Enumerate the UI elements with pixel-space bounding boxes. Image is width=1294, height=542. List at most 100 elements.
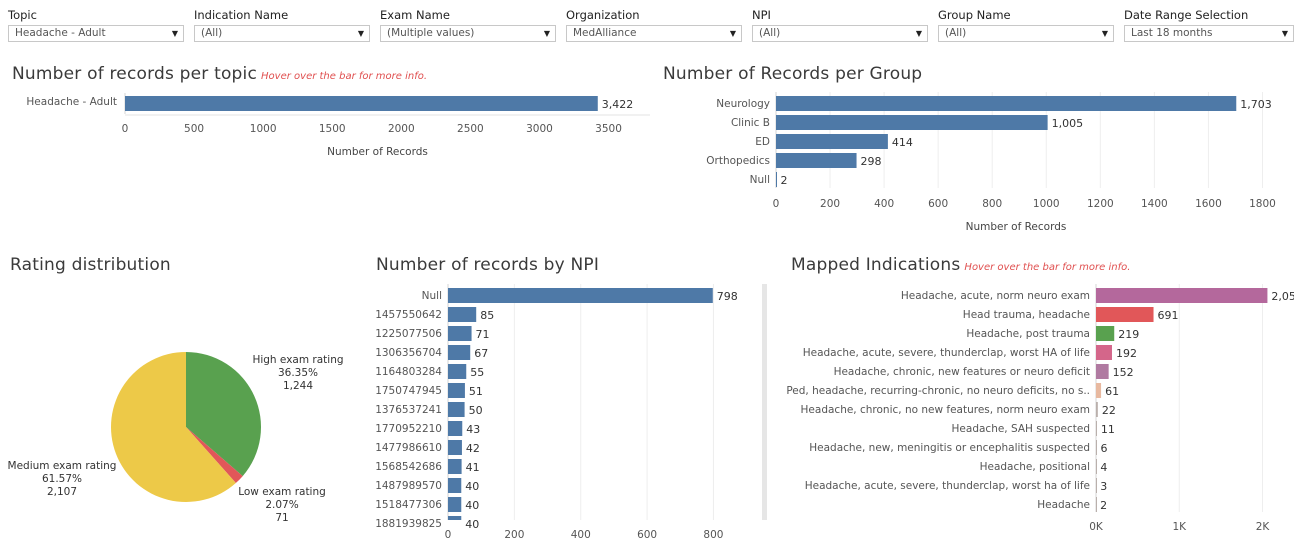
bar[interactable] xyxy=(448,383,465,398)
tick-label: 3500 xyxy=(595,123,622,135)
category-label: 1477986610 xyxy=(375,442,442,454)
dropdown-value: Headache - Adult xyxy=(15,27,106,39)
exam-name-dropdown[interactable]: (Multiple values) ▼ xyxy=(380,25,556,42)
category-label: 1457550642 xyxy=(375,309,442,321)
tick-label: 1500 xyxy=(319,123,346,135)
filter-label: Group Name xyxy=(938,8,1011,22)
data-label: 2,059 xyxy=(1271,290,1294,303)
tick-label: 1000 xyxy=(1033,198,1060,210)
tick-label: 1K xyxy=(1172,521,1187,533)
dropdown-value: (Multiple values) xyxy=(387,27,475,39)
bar[interactable] xyxy=(1096,440,1097,455)
npi-dropdown[interactable]: (All) ▼ xyxy=(752,25,928,42)
dropdown-arrow-icon: ▼ xyxy=(357,29,364,38)
category-label: Headache, acute, norm neuro exam xyxy=(901,290,1090,302)
tick-label: 1200 xyxy=(1087,198,1114,210)
axis-title: Number of Records xyxy=(327,146,428,158)
bar[interactable] xyxy=(125,96,598,111)
indication-name-dropdown[interactable]: (All) ▼ xyxy=(194,25,370,42)
data-label: 192 xyxy=(1116,347,1137,360)
bar[interactable] xyxy=(448,364,467,379)
tick-label: 200 xyxy=(504,529,524,541)
tick-label: 3000 xyxy=(526,123,553,135)
bar[interactable] xyxy=(448,421,463,436)
bar[interactable] xyxy=(776,115,1048,130)
rating-pie-chart: High exam rating36.35%1,244 Low exam rati… xyxy=(8,352,344,524)
data-label: 2 xyxy=(781,174,788,187)
category-label: Null xyxy=(750,174,770,186)
category-label: 1376537241 xyxy=(375,404,442,416)
bar[interactable] xyxy=(1096,402,1098,417)
data-label: 50 xyxy=(469,404,483,417)
bar[interactable] xyxy=(448,345,471,360)
tick-label: 2500 xyxy=(457,123,484,135)
bar[interactable] xyxy=(776,134,888,149)
data-label: 40 xyxy=(465,518,479,531)
category-label: Headache, new, meningitis or encephaliti… xyxy=(809,442,1090,454)
filter-group-name: Group Name (All) ▼ xyxy=(938,8,1114,42)
bar[interactable] xyxy=(1096,383,1102,398)
category-label: Orthopedics xyxy=(706,155,770,167)
data-label: 798 xyxy=(717,290,738,303)
data-label: 6 xyxy=(1100,442,1107,455)
indications-chart-title: Mapped Indications Hover over the bar for… xyxy=(791,255,1131,275)
filter-npi: NPI (All) ▼ xyxy=(752,8,928,42)
low-rating-count: 71 xyxy=(275,512,288,524)
bar[interactable] xyxy=(776,172,777,187)
bar[interactable] xyxy=(448,516,462,520)
data-label: 67 xyxy=(474,347,488,360)
data-label: 3,422 xyxy=(602,98,634,111)
bar[interactable] xyxy=(448,307,477,322)
bar[interactable] xyxy=(448,326,472,341)
hover-hint: Hover over the bar for more info. xyxy=(261,71,428,82)
bar[interactable] xyxy=(776,96,1237,111)
category-label: Headache, SAH suspected xyxy=(952,423,1090,435)
bar[interactable] xyxy=(448,288,713,303)
bar[interactable] xyxy=(776,153,857,168)
category-label: ED xyxy=(755,136,770,148)
bar[interactable] xyxy=(1096,307,1154,322)
group-name-dropdown[interactable]: (All) ▼ xyxy=(938,25,1114,42)
data-label: 3 xyxy=(1100,480,1107,493)
filter-label: Organization xyxy=(566,8,640,22)
organization-dropdown[interactable]: MedAlliance ▼ xyxy=(566,25,742,42)
npi-chart-title: Number of records by NPI xyxy=(376,255,600,275)
filter-label: Topic xyxy=(8,8,37,22)
low-rating-name: Low exam rating xyxy=(238,486,326,498)
bar[interactable] xyxy=(1096,364,1109,379)
data-label: 11 xyxy=(1101,423,1115,436)
date-range-dropdown[interactable]: Last 18 months ▼ xyxy=(1124,25,1294,42)
category-label: 1487989570 xyxy=(375,480,442,492)
data-label: 40 xyxy=(465,499,479,512)
bar[interactable] xyxy=(448,478,462,493)
data-label: 40 xyxy=(465,480,479,493)
category-label: 1881939825 xyxy=(375,518,442,530)
bar[interactable] xyxy=(1096,326,1115,341)
topic-dropdown[interactable]: Headache - Adult ▼ xyxy=(8,25,184,42)
tick-label: 600 xyxy=(637,529,657,541)
scrollbar[interactable] xyxy=(762,284,767,520)
bar[interactable] xyxy=(1096,288,1268,303)
category-label: Null xyxy=(422,290,442,302)
category-label: Headache - Adult xyxy=(26,96,117,108)
bar[interactable] xyxy=(448,497,462,512)
bar[interactable] xyxy=(448,459,462,474)
axis-title: Number of Records xyxy=(966,221,1067,233)
data-label: 61 xyxy=(1105,385,1119,398)
bar[interactable] xyxy=(1096,345,1112,360)
tick-label: 1800 xyxy=(1249,198,1276,210)
data-label: 43 xyxy=(466,423,480,436)
tick-label: 0K xyxy=(1089,521,1104,533)
bar[interactable] xyxy=(448,402,465,417)
data-label: 298 xyxy=(861,155,882,168)
tick-label: 400 xyxy=(571,529,591,541)
bar[interactable] xyxy=(1096,459,1097,474)
bar[interactable] xyxy=(1096,497,1097,512)
category-label: 1225077506 xyxy=(375,328,442,340)
category-label: Headache, post trauma xyxy=(966,328,1090,340)
bar[interactable] xyxy=(1096,421,1097,436)
bar[interactable] xyxy=(448,440,462,455)
bar[interactable] xyxy=(1096,478,1097,493)
high-rating-count: 1,244 xyxy=(283,380,313,392)
category-label: Headache, acute, severe, thunderclap, wo… xyxy=(803,347,1090,359)
